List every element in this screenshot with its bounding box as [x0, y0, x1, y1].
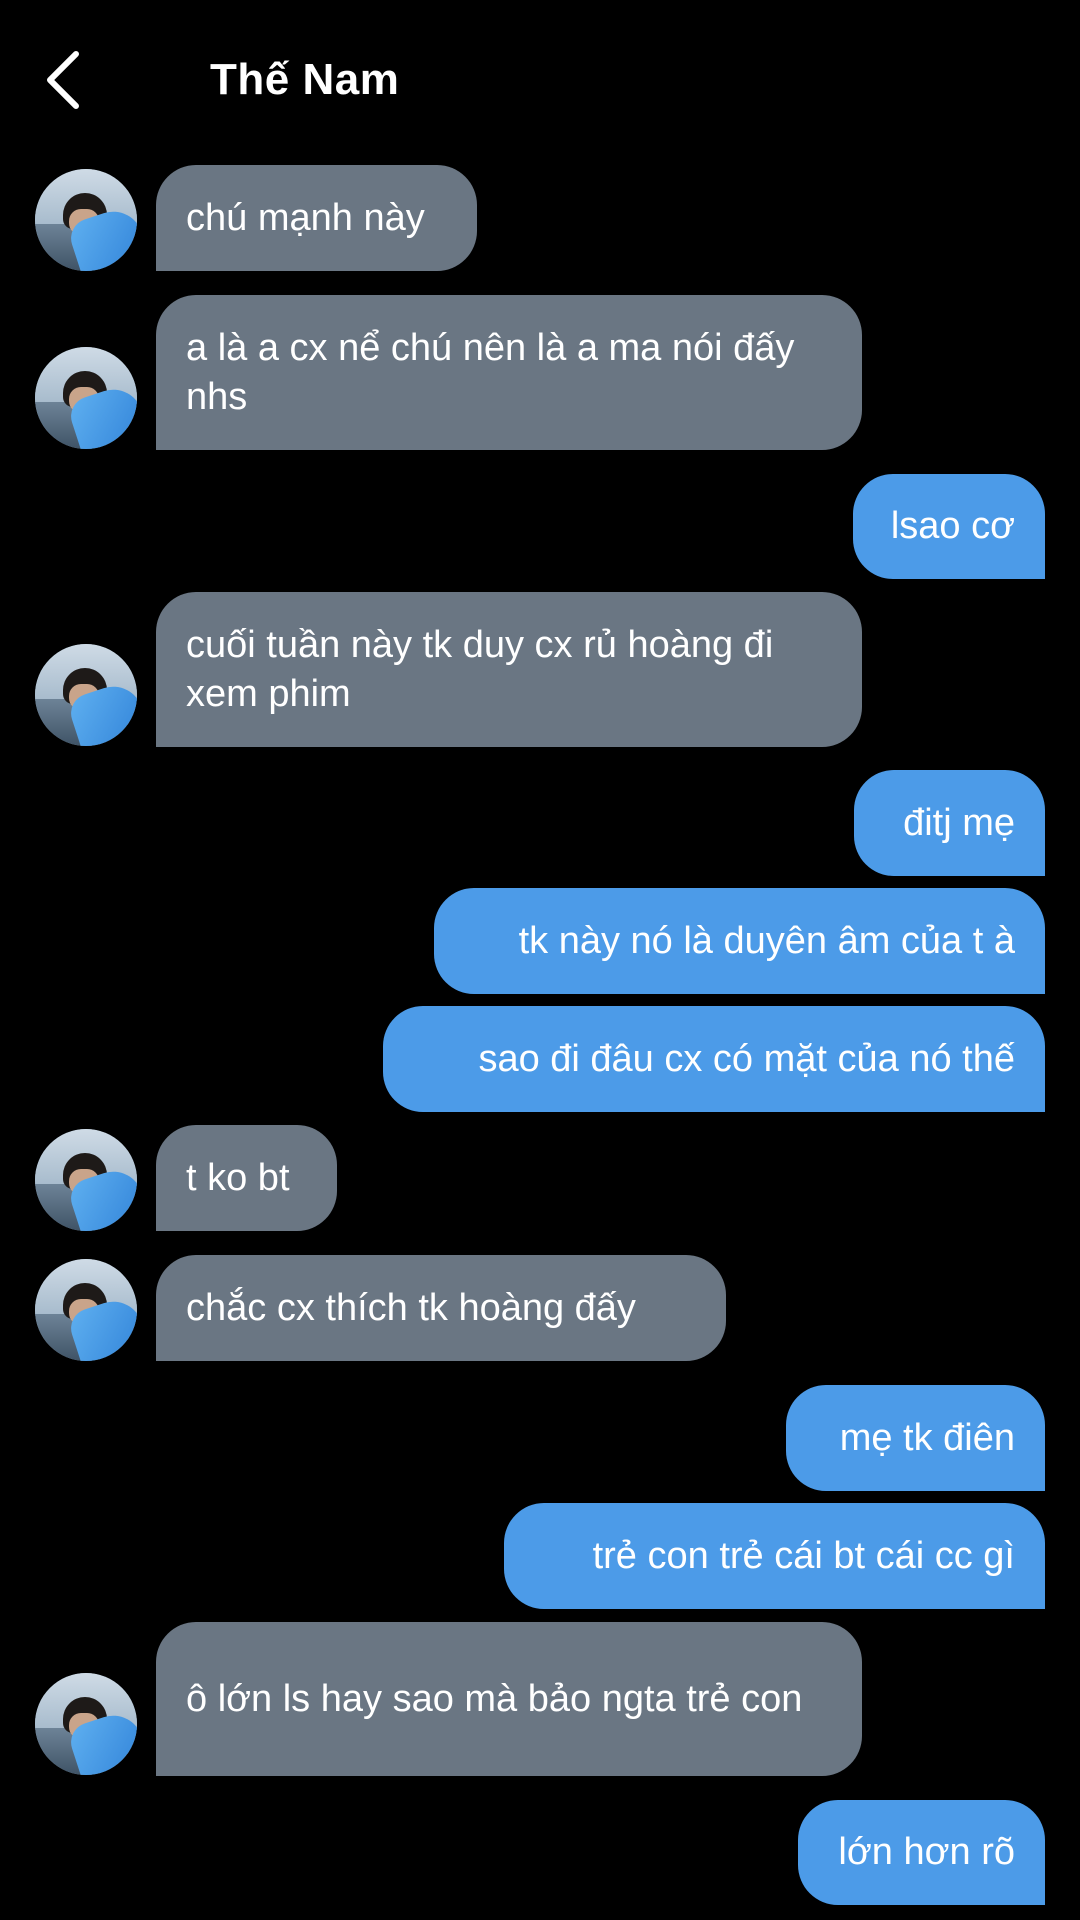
message-text: trẻ con trẻ cái bt cái cc gì — [592, 1534, 1015, 1577]
message-text: chú mạnh này — [186, 196, 425, 239]
outgoing-message[interactable]: sao đi đâu cx có mặt của nó thế — [383, 1006, 1045, 1112]
message-text: t ko bt — [186, 1156, 290, 1199]
incoming-message[interactable]: cuối tuần này tk duy cx rủ hoàng đi xem … — [156, 592, 862, 747]
outgoing-message[interactable]: tk này nó là duyên âm của t à — [434, 888, 1045, 994]
message-text: tk này nó là duyên âm của t à — [518, 919, 1015, 962]
avatar[interactable] — [35, 1673, 137, 1775]
incoming-message[interactable]: chú mạnh này — [156, 165, 477, 271]
incoming-message[interactable]: ô lớn ls hay sao mà bảo ngta trẻ con — [156, 1622, 862, 1776]
message-text: chắc cx thích tk hoàng đấy — [186, 1286, 636, 1329]
avatar[interactable] — [35, 169, 137, 271]
incoming-message[interactable]: a là a cx nể chú nên là a ma nói đấy nhs — [156, 295, 862, 450]
avatar[interactable] — [35, 1129, 137, 1231]
outgoing-message[interactable]: đitj mẹ — [854, 770, 1045, 876]
message-text: lsao cơ — [890, 505, 1015, 547]
avatar[interactable] — [35, 644, 137, 746]
message-text: a là a cx nể chú nên là a ma nói đấy nhs — [186, 326, 795, 418]
outgoing-message[interactable]: trẻ con trẻ cái bt cái cc gì — [504, 1503, 1045, 1609]
message-text: ô lớn ls hay sao mà bảo ngta trẻ con — [186, 1677, 803, 1720]
outgoing-message[interactable]: lớn hơn rõ — [798, 1800, 1045, 1905]
incoming-message[interactable]: t ko bt — [156, 1125, 337, 1231]
message-text: sao đi đâu cx có mặt của nó thế — [478, 1037, 1015, 1080]
message-text: lớn hơn rõ — [838, 1831, 1015, 1873]
message-text: mẹ tk điên — [839, 1416, 1015, 1459]
avatar[interactable] — [35, 1259, 137, 1361]
outgoing-message[interactable]: lsao cơ — [853, 474, 1045, 579]
message-text: cuối tuần này tk duy cx rủ hoàng đi xem … — [186, 623, 774, 715]
avatar[interactable] — [35, 347, 137, 449]
message-text: đitj mẹ — [903, 801, 1015, 844]
incoming-message[interactable]: chắc cx thích tk hoàng đấy — [156, 1255, 726, 1361]
message-list[interactable]: chú mạnh này a là a cx nể chú nên là a m… — [0, 0, 1080, 1920]
outgoing-message[interactable]: mẹ tk điên — [786, 1385, 1045, 1491]
